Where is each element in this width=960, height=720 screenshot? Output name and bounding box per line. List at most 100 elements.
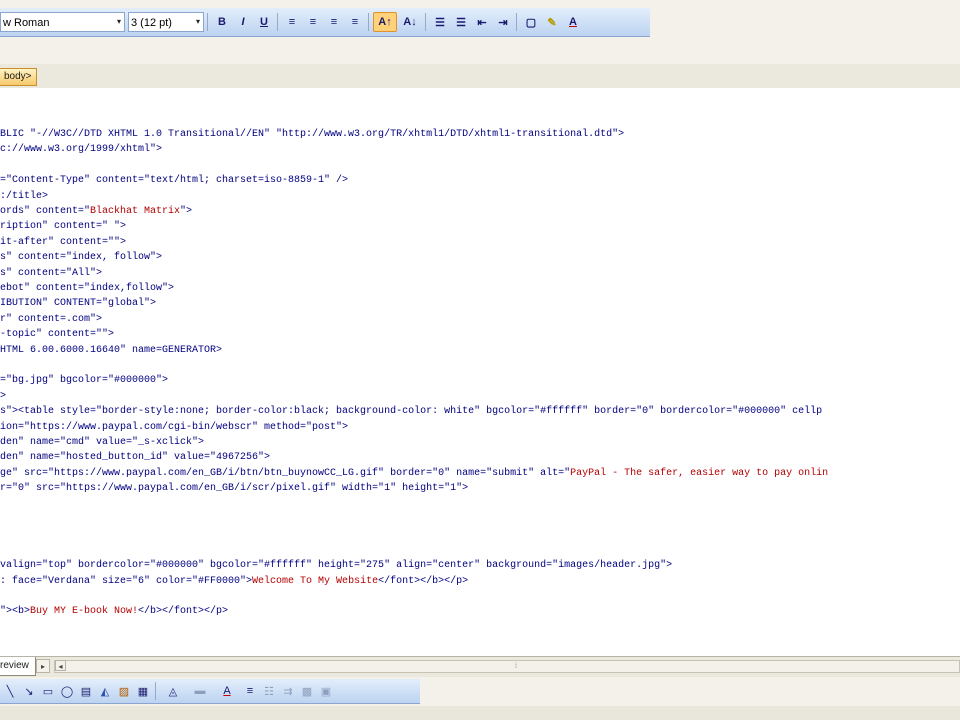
code-line: HTML 6.00.6000.16640" name=GENERATOR> xyxy=(0,344,222,357)
code-line: IBUTION" CONTENT="global"> xyxy=(0,297,156,310)
markup-text: "><b> xyxy=(0,606,31,617)
toolbar-separator xyxy=(277,13,278,31)
align-right-button[interactable]: ≡ xyxy=(324,12,344,32)
scroll-left-icon[interactable]: ◂ xyxy=(55,660,66,671)
code-line: s"><table style="border-style:none; bord… xyxy=(0,405,822,418)
code-line: : face="Verdana" size="6" color="#FF0000… xyxy=(0,575,468,588)
align-center-button[interactable]: ≡ xyxy=(303,12,323,32)
toolbar-separator xyxy=(155,682,156,700)
markup-text: ="bg.jpg" bgcolor="#000000"> xyxy=(0,375,169,386)
code-line: > xyxy=(0,390,6,403)
textbox-icon[interactable]: ▤ xyxy=(77,682,95,700)
markup-text: </font></b></p> xyxy=(378,576,469,587)
tab-preview[interactable]: review xyxy=(0,657,36,676)
attribute-value-text: Blackhat Matrix xyxy=(90,206,181,217)
dash-style-icon[interactable]: ☷ xyxy=(260,682,278,700)
markup-text: :/title> xyxy=(0,191,49,202)
toolbar-separator xyxy=(425,13,426,31)
arrow-icon[interactable]: ↘ xyxy=(20,682,38,700)
line-style-icon[interactable]: ≡ xyxy=(241,682,259,700)
bullet-list-button[interactable]: ☰ xyxy=(451,12,471,32)
code-line: ge" src="https://www.paypal.com/en_GB/i/… xyxy=(0,467,828,480)
align-left-button[interactable]: ≡ xyxy=(282,12,302,32)
markup-text: ords" content=" xyxy=(0,206,91,217)
quick-tag-selector: body> xyxy=(0,64,960,89)
markup-text: "> xyxy=(180,206,193,217)
oval-icon[interactable]: ◯ xyxy=(58,682,76,700)
underline-button[interactable]: U xyxy=(254,12,274,32)
attribute-value-text: Welcome To My Website xyxy=(252,576,379,587)
top-chrome: w Roman ▾ 3 (12 pt) ▾ B I U ≡ ≡ ≡ ≡ A↑ A… xyxy=(0,0,960,40)
chevron-down-icon: ▾ xyxy=(195,17,200,26)
toolbar-separator xyxy=(516,13,517,31)
markup-text: c://www.w3.org/1999/xhtml"> xyxy=(0,144,163,155)
markup-text: r="0" src="https://www.paypal.com/en_GB/… xyxy=(0,483,469,494)
code-line: -topic" content=""> xyxy=(0,328,114,341)
markup-text: -topic" content=""> xyxy=(0,329,115,340)
arrow-style-icon[interactable]: ⇉ xyxy=(279,682,297,700)
view-tab-bar: review ▸ ◂ ⁞ xyxy=(0,656,960,677)
font-color-button[interactable]: A xyxy=(563,12,583,32)
code-line: ords" content="Blackhat Matrix"> xyxy=(0,205,192,218)
highlight-button[interactable]: ✎ xyxy=(542,12,562,32)
code-line: s" content="All"> xyxy=(0,267,102,280)
increase-font-size-button[interactable]: A↑ xyxy=(373,12,397,32)
rectangle-icon[interactable]: ▭ xyxy=(39,682,57,700)
markup-text: : face="Verdana" size="6" color="#FF0000… xyxy=(0,576,253,587)
code-line: BLIC "-//W3C//DTD XHTML 1.0 Transitional… xyxy=(0,128,624,141)
code-line: :/title> xyxy=(0,190,48,203)
justify-button[interactable]: ≡ xyxy=(345,12,365,32)
code-editor[interactable]: BLIC "-//W3C//DTD XHTML 1.0 Transitional… xyxy=(0,88,960,656)
markup-text: ge" src="https://www.paypal.com/en_GB/i/… xyxy=(0,468,571,479)
italic-button[interactable]: I xyxy=(233,12,253,32)
font-name-dropdown[interactable]: w Roman ▾ xyxy=(0,12,125,32)
markup-text: ription" content=" "> xyxy=(0,221,127,232)
borders-button[interactable]: ▢ xyxy=(521,12,541,32)
code-line: "><b>Buy MY E-book Now!</b></font></p> xyxy=(0,605,228,618)
drawing-toolbar-area: ╲ ↘ ▭ ◯ ▤ ◭ ▨ ▦ ◬ ▬ A ≡ ☷ ⇉ ▩ ▣ xyxy=(0,677,960,706)
markup-text: > xyxy=(0,391,7,402)
formatting-toolbar: w Roman ▾ 3 (12 pt) ▾ B I U ≡ ≡ ≡ ≡ A↑ A… xyxy=(0,8,650,37)
shadow-icon[interactable]: ▩ xyxy=(298,682,316,700)
code-line: it-after" content=""> xyxy=(0,236,126,249)
markup-text: s" content="index, follow"> xyxy=(0,252,163,263)
decrease-font-size-button[interactable]: A↓ xyxy=(398,12,422,32)
markup-text: ebot" content="index,follow"> xyxy=(0,283,175,294)
font-size-dropdown[interactable]: 3 (12 pt) ▾ xyxy=(128,12,204,32)
quick-tag-body[interactable]: body> xyxy=(0,68,37,86)
markup-text: it-after" content=""> xyxy=(0,237,127,248)
picture-icon[interactable]: ▦ xyxy=(134,682,152,700)
fill-color-icon[interactable]: ◬ xyxy=(160,682,186,700)
code-line: ion="https://www.paypal.com/cgi-bin/webs… xyxy=(0,421,348,434)
wordart-icon[interactable]: ◭ xyxy=(96,682,114,700)
increase-indent-button[interactable]: ⇥ xyxy=(493,12,513,32)
numbered-list-button[interactable]: ☰ xyxy=(430,12,450,32)
markup-text: r" content=.com"> xyxy=(0,314,103,325)
secondary-toolbar-area xyxy=(0,40,960,65)
line-icon[interactable]: ╲ xyxy=(1,682,19,700)
scrollbar-grip-icon[interactable]: ⁞ xyxy=(515,662,523,671)
code-line: den" name="cmd" value="_s-xclick"> xyxy=(0,436,204,449)
markup-text: HTML 6.00.6000.16640" name=GENERATOR> xyxy=(0,345,223,356)
line-color-icon[interactable]: ▬ xyxy=(187,682,213,700)
markup-text: s"><table style="border-style:none; bord… xyxy=(0,406,823,417)
code-line: ription" content=" "> xyxy=(0,220,126,233)
code-line: den" name="hosted_button_id" value="4967… xyxy=(0,451,270,464)
tab-scroll-right-icon[interactable]: ▸ xyxy=(36,659,50,673)
code-line: ebot" content="index,follow"> xyxy=(0,282,174,295)
code-line: r="0" src="https://www.paypal.com/en_GB/… xyxy=(0,482,468,495)
attribute-value-text: Buy MY E-book Now! xyxy=(30,606,139,617)
toolbar-separator xyxy=(368,13,369,31)
font-size-value: 3 (12 pt) xyxy=(131,17,172,29)
bold-button[interactable]: B xyxy=(212,12,232,32)
markup-text: ion="https://www.paypal.com/cgi-bin/webs… xyxy=(0,422,349,433)
decrease-indent-button[interactable]: ⇤ xyxy=(472,12,492,32)
attribute-value-text: PayPal - The safer, easier way to pay on… xyxy=(570,468,829,479)
code-line: r" content=.com"> xyxy=(0,313,102,326)
clipart-icon[interactable]: ▨ xyxy=(115,682,133,700)
font-color-icon[interactable]: A xyxy=(214,682,240,700)
status-strip xyxy=(0,706,960,720)
markup-text: ="Content-Type" content="text/html; char… xyxy=(0,175,349,186)
horizontal-scrollbar[interactable]: ◂ ⁞ xyxy=(54,660,960,673)
3d-style-icon[interactable]: ▣ xyxy=(317,682,335,700)
